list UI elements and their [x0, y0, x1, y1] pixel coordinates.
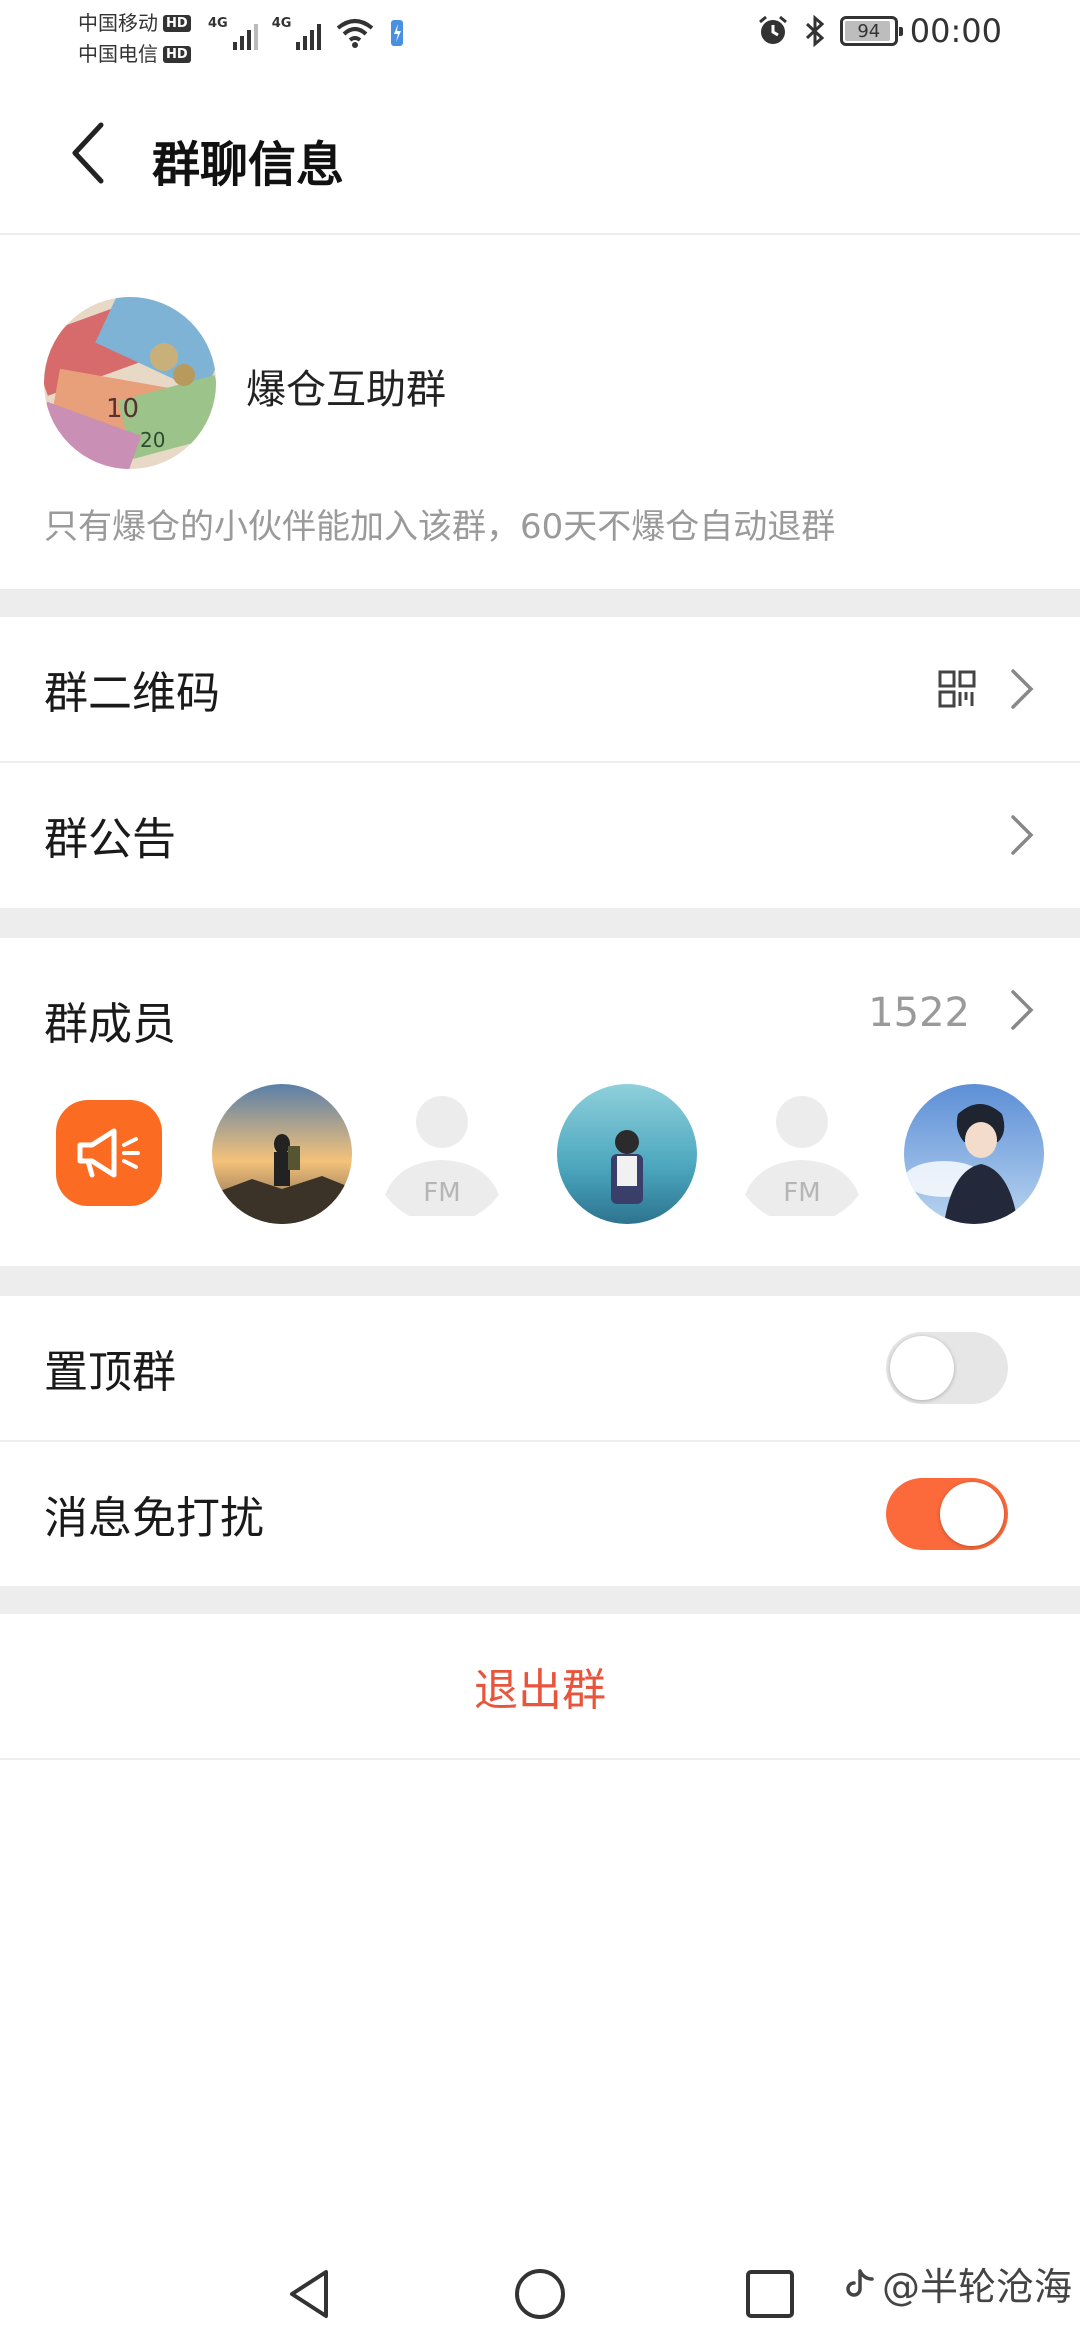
toggle-knob: [940, 1482, 1004, 1546]
announcement-label: 群公告: [44, 814, 176, 865]
megaphone-icon: [77, 1128, 140, 1178]
svg-text:20: 20: [140, 428, 165, 452]
chevron-left-icon: [72, 122, 104, 184]
carrier-1-name: 中国移动: [78, 11, 158, 35]
announcement-row[interactable]: 群公告: [0, 763, 1080, 907]
bluetooth-icon: [805, 14, 825, 48]
pin-group-label: 置顶群: [44, 1347, 176, 1398]
member-avatar-placeholder[interactable]: FM: [372, 1084, 512, 1224]
status-right: 94 00:00: [756, 12, 1002, 50]
douyin-logo-icon: [846, 2268, 874, 2297]
member-avatar-placeholder[interactable]: FM: [732, 1084, 872, 1224]
group-name[interactable]: 爆仓互助群: [246, 357, 446, 415]
member-avatar[interactable]: [212, 1084, 352, 1224]
network-type-2: 4G: [271, 16, 292, 31]
member-avatar[interactable]: [557, 1084, 697, 1224]
qr-code-icon: [938, 670, 976, 708]
toggle-knob: [890, 1336, 954, 1400]
members-section: 群成员 1522 FM FM: [0, 938, 1080, 1266]
section-divider: [0, 1266, 1080, 1296]
placeholder-label: FM: [783, 1178, 821, 1208]
members-label: 群成员: [44, 999, 176, 1050]
qr-code-label: 群二维码: [44, 668, 220, 719]
nav-recents-icon[interactable]: [740, 2264, 800, 2324]
member-avatar-list: FM FM: [52, 1084, 1052, 1224]
exit-group-label: 退出群: [474, 1665, 606, 1716]
svg-text:10: 10: [106, 394, 139, 424]
group-description: 只有爆仓的小伙伴能加入该群，60天不爆仓自动退群: [44, 507, 836, 547]
battery-saver-icon: [391, 20, 404, 46]
members-count: 1522: [868, 990, 970, 1036]
exit-group-button[interactable]: 退出群: [0, 1614, 1080, 1760]
back-button[interactable]: [52, 113, 122, 193]
banknotes-image: 10 20: [44, 297, 216, 469]
battery-percent: 94: [857, 20, 881, 42]
carrier-2-name: 中国电信: [78, 42, 158, 66]
alarm-icon: [758, 15, 787, 44]
group-avatar[interactable]: 10 20: [44, 297, 216, 469]
group-info-card: 10 20 爆仓互助群 只有爆仓的小伙伴能加入该群，60天不爆仓自动退群: [0, 237, 1080, 589]
nav-back-icon[interactable]: [280, 2264, 340, 2324]
anime-boy-photo: [904, 1084, 1044, 1224]
member-avatar[interactable]: [904, 1084, 1044, 1224]
mute-notifications-label: 消息免打扰: [44, 1493, 264, 1544]
carrier-info: 中国移动 HD 中国电信 HD: [78, 8, 191, 70]
status-bar: 中国移动 HD 中国电信 HD 4G 4G 94 00:00: [0, 0, 1080, 75]
placeholder-label: FM: [423, 1178, 461, 1208]
signal-strength-1-icon: 4G: [208, 16, 258, 50]
mute-notifications-row: 消息免打扰: [0, 1442, 1080, 1586]
section-divider: [0, 908, 1080, 938]
clock: 00:00: [909, 12, 1002, 50]
section-divider: [0, 589, 1080, 617]
members-header[interactable]: 群成员 1522: [0, 938, 1080, 1078]
pin-group-row: 置顶群: [0, 1296, 1080, 1440]
chevron-right-icon: [1011, 815, 1034, 855]
network-type-1: 4G: [208, 16, 228, 31]
wifi-icon: [337, 19, 374, 48]
signal-strength-2-icon: 4G: [272, 16, 322, 50]
section-divider: [0, 1586, 1080, 1614]
signal-indicators: 4G 4G: [208, 16, 405, 50]
watermark-text: @半轮沧海: [881, 2265, 1072, 2309]
hiker-photo: [212, 1084, 352, 1224]
header: 群聊信息: [0, 75, 1080, 235]
page-title: 群聊信息: [152, 137, 345, 193]
carrier-2-hd-badge: HD: [163, 46, 191, 63]
mute-notifications-toggle[interactable]: [886, 1478, 1008, 1550]
pin-group-toggle[interactable]: [886, 1332, 1008, 1404]
announcement-member-avatar[interactable]: [56, 1100, 162, 1206]
chevron-right-icon: [1011, 990, 1034, 1030]
qr-code-row[interactable]: 群二维码: [0, 617, 1080, 761]
carrier-1-hd-badge: HD: [163, 15, 191, 32]
chevron-right-icon: [1011, 669, 1034, 709]
nav-home-icon[interactable]: [510, 2264, 570, 2324]
watermark: @半轮沧海: [842, 2256, 1072, 2311]
battery-indicator: 94: [839, 16, 903, 46]
backpacker-photo: [557, 1084, 697, 1224]
